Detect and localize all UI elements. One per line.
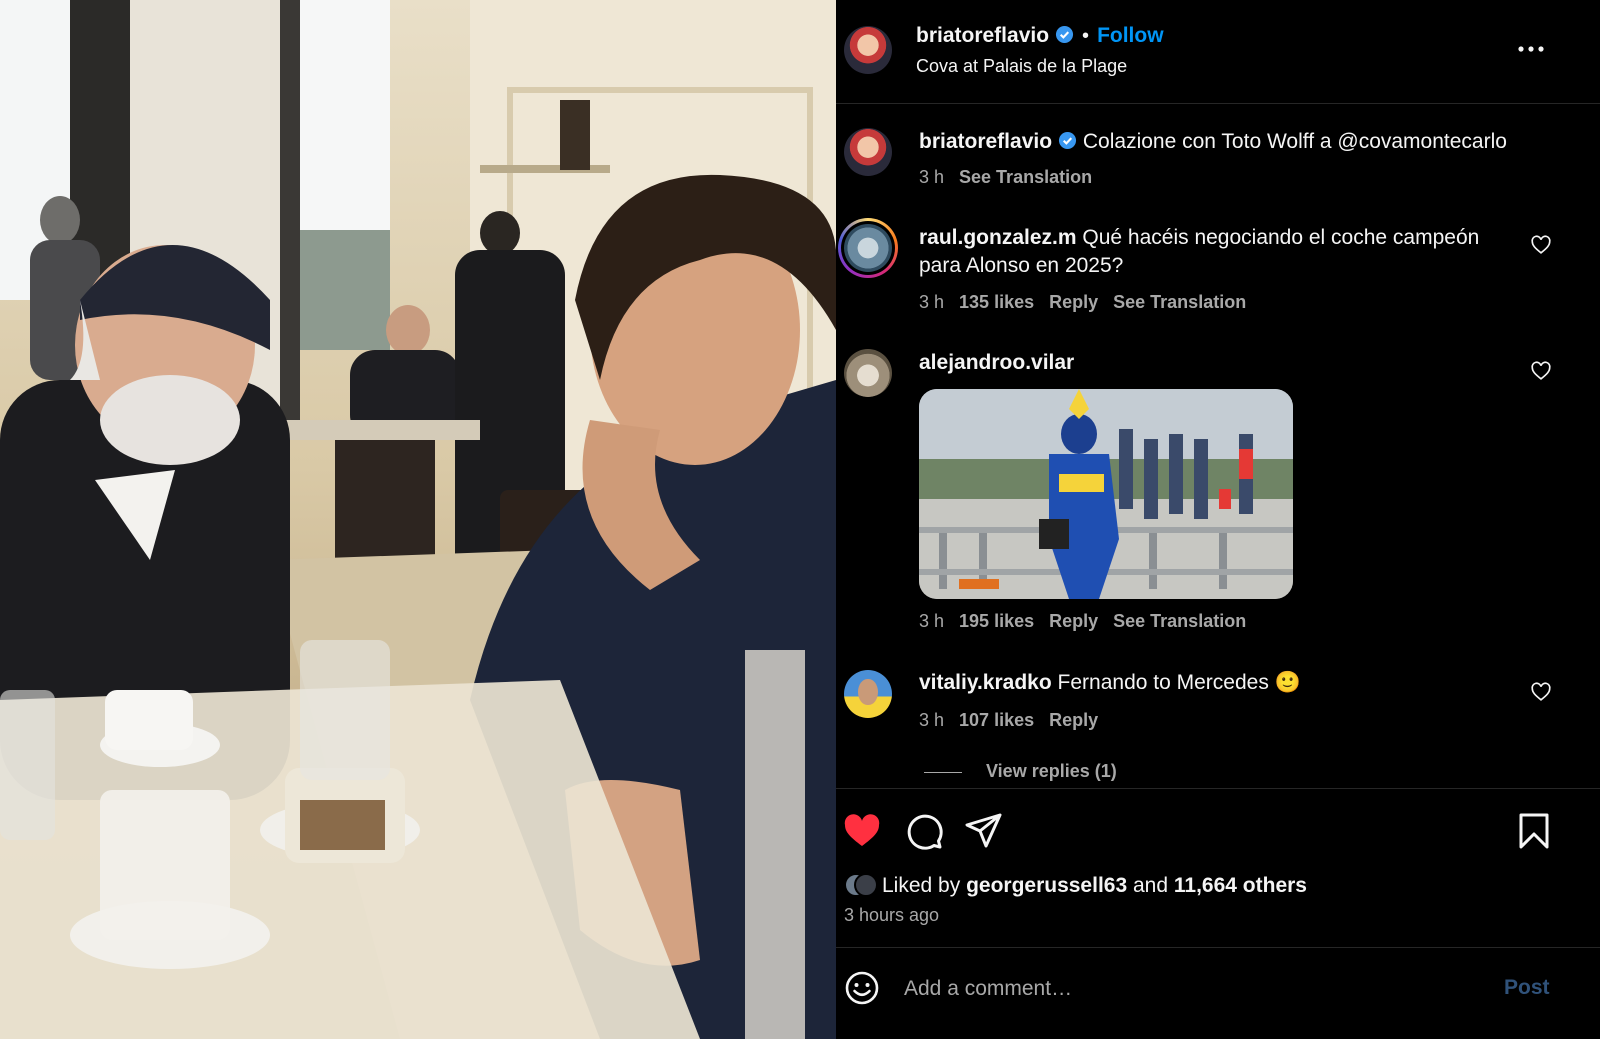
post-header: briatoreflavio • Follow Cova at Palais de … — [836, 0, 1600, 104]
separator-dot: • — [1082, 25, 1090, 47]
comment-image[interactable] — [919, 389, 1293, 599]
post-location[interactable]: Cova at Palais de la Plage — [916, 56, 1127, 77]
comment-meta: 3 h 135 likes Reply See Translation — [919, 292, 1261, 313]
comment-1: raul.gonzalez.m Qué hacéis negociando el… — [919, 224, 1519, 280]
commenter-avatar[interactable] — [844, 349, 892, 397]
bookmark-icon[interactable] — [1514, 811, 1554, 851]
heart-icon[interactable] — [1530, 234, 1552, 256]
emoji-icon[interactable] — [844, 970, 880, 1006]
comment-2: alejandroo.vilar — [919, 349, 1074, 377]
comment-image-illustration — [919, 389, 1293, 599]
heart-icon[interactable] — [1530, 681, 1552, 703]
caption-username[interactable]: briatoreflavio — [919, 130, 1052, 153]
reply-button[interactable]: Reply — [1049, 292, 1098, 312]
see-translation-link[interactable]: See Translation — [1113, 292, 1246, 312]
caption-time: 3 h — [919, 167, 945, 187]
reply-button[interactable]: Reply — [1049, 710, 1098, 730]
comment-likes[interactable]: 135 likes — [959, 292, 1034, 312]
see-translation-link[interactable]: See Translation — [959, 167, 1092, 187]
comment-username[interactable]: alejandroo.vilar — [919, 351, 1074, 374]
photo-illustration — [0, 0, 836, 1039]
likes-count[interactable]: 11,664 others — [1174, 874, 1307, 897]
caption: briatoreflavio Colazione con Toto Wolff … — [919, 128, 1507, 156]
verified-icon — [1055, 25, 1074, 44]
comment-meta: 3 h 107 likes Reply — [919, 710, 1113, 731]
caption-meta: 3 h See Translation — [919, 167, 1107, 188]
liked-by-user[interactable]: georgerussell63 — [966, 874, 1127, 897]
comment-likes[interactable]: 195 likes — [959, 611, 1034, 631]
comment-text: Fernando to Mercedes 🙂 — [1057, 671, 1301, 694]
liked-by-prefix: Liked by — [882, 874, 961, 897]
heart-icon[interactable] — [842, 811, 882, 851]
comments-list[interactable]: briatoreflavio Colazione con Toto Wolff … — [836, 104, 1600, 788]
comment-username[interactable]: vitaliy.kradko — [919, 671, 1052, 694]
see-translation-link[interactable]: See Translation — [1113, 611, 1246, 631]
comment-time: 3 h — [919, 710, 945, 730]
heart-icon[interactable] — [1530, 360, 1552, 382]
verified-icon — [1058, 131, 1077, 150]
comment-input[interactable] — [904, 974, 1464, 1004]
comment-icon[interactable] — [904, 811, 944, 851]
more-icon[interactable] — [1516, 38, 1546, 60]
liked-by-middle: and — [1133, 874, 1169, 897]
follow-button[interactable]: Follow — [1097, 24, 1164, 47]
comment-3: vitaliy.kradko Fernando to Mercedes 🙂 — [919, 669, 1301, 697]
comment-time: 3 h — [919, 611, 945, 631]
comment-likes[interactable]: 107 likes — [959, 710, 1034, 730]
view-replies-button[interactable]: View replies (1) — [924, 761, 1117, 782]
share-icon[interactable] — [964, 811, 1004, 851]
commenter-avatar[interactable] — [844, 224, 892, 272]
post-timestamp[interactable]: 3 hours ago — [844, 905, 939, 926]
comment-time: 3 h — [919, 292, 945, 312]
likers-avatars[interactable] — [844, 873, 878, 897]
comment-box: Post — [836, 948, 1600, 1039]
commenter-avatar[interactable] — [844, 670, 892, 718]
post-actions: Liked by georgerussell63 and 11,664 othe… — [836, 788, 1600, 948]
owner-line: briatoreflavio • Follow — [916, 24, 1164, 48]
owner-username[interactable]: briatoreflavio — [916, 24, 1049, 47]
comment-meta: 3 h 195 likes Reply See Translation — [919, 611, 1261, 632]
post-comment-button[interactable]: Post — [1504, 976, 1550, 1000]
post-photo — [0, 0, 836, 1039]
owner-avatar[interactable] — [844, 26, 892, 74]
caption-avatar[interactable] — [844, 128, 892, 176]
caption-text: Colazione con Toto Wolff a @covamontecar… — [1082, 130, 1507, 153]
likes-summary: Liked by georgerussell63 and 11,664 othe… — [844, 873, 1307, 898]
reply-button[interactable]: Reply — [1049, 611, 1098, 631]
comment-username[interactable]: raul.gonzalez.m — [919, 226, 1077, 249]
post-panel: briatoreflavio • Follow Cova at Palais de … — [836, 0, 1600, 1039]
